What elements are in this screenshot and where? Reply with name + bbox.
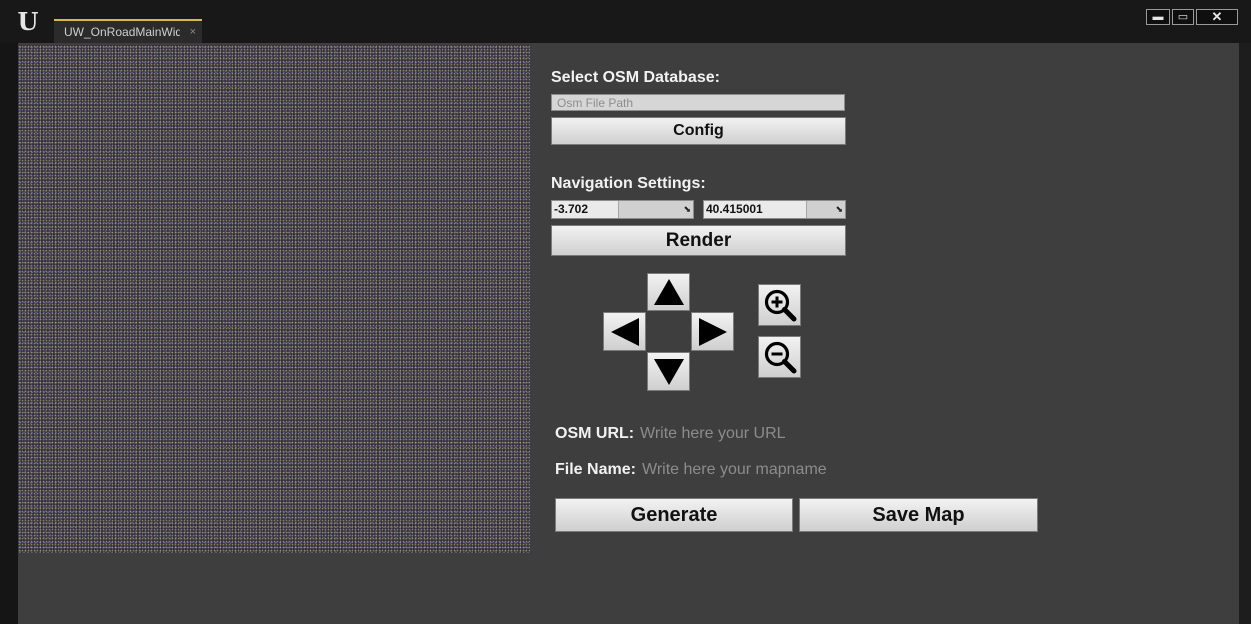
latitude-value: 40.415001 — [706, 202, 763, 216]
zoom-out-icon — [764, 341, 796, 374]
osm-file-path-input[interactable] — [551, 94, 845, 111]
render-button[interactable]: Render — [551, 225, 846, 256]
resize-arrow-icon: ⬊ — [835, 204, 843, 214]
osm-url-label: OSM URL: — [555, 425, 635, 442]
arrow-up-icon — [653, 279, 684, 305]
pan-down-button[interactable] — [647, 352, 690, 391]
minimize-button[interactable]: ▬ — [1146, 9, 1170, 25]
latitude-spinbox[interactable]: 40.415001 ⬊ — [703, 200, 846, 219]
pan-up-button[interactable] — [647, 273, 690, 311]
zoom-in-button[interactable] — [758, 284, 801, 326]
window-edge — [1239, 43, 1251, 624]
tab-widget[interactable]: UW_OnRoadMainWidget × — [54, 19, 202, 43]
tab-label: UW_OnRoadMainWidget — [64, 25, 180, 39]
longitude-value: -3.702 — [554, 202, 589, 216]
file-name-label: File Name: — [555, 461, 636, 478]
arrow-down-icon — [653, 358, 684, 385]
generate-button[interactable]: Generate — [555, 498, 793, 532]
restore-button[interactable]: ▭ — [1172, 9, 1194, 25]
editor-window: U UW_OnRoadMainWidget × ▬ ▭ ✕ Select OSM… — [0, 0, 1251, 624]
tab-close-icon[interactable]: × — [190, 21, 196, 43]
zoom-in-icon — [764, 289, 796, 322]
osm-url-input[interactable] — [640, 424, 960, 444]
file-name-input[interactable] — [642, 460, 962, 480]
resize-arrow-icon: ⬊ — [683, 204, 691, 214]
unreal-logo-icon: U — [17, 7, 39, 36]
navigation-settings-heading: Navigation Settings: — [551, 175, 706, 192]
longitude-spinbox[interactable]: -3.702 ⬊ — [551, 200, 694, 219]
window-controls: ▬ ▭ ✕ — [1144, 9, 1238, 25]
pan-right-button[interactable] — [691, 312, 734, 351]
pan-left-button[interactable] — [603, 312, 646, 351]
osm-database-heading: Select OSM Database: — [551, 69, 720, 86]
close-button[interactable]: ✕ — [1196, 9, 1238, 25]
zoom-out-button[interactable] — [758, 336, 801, 378]
arrow-left-icon — [610, 317, 639, 346]
widget-content: Select OSM Database: Config Navigation S… — [18, 43, 1239, 624]
arrow-right-icon — [698, 317, 727, 346]
title-bar[interactable]: U UW_OnRoadMainWidget × ▬ ▭ ✕ — [0, 0, 1251, 43]
map-preview — [18, 45, 530, 553]
save-map-button[interactable]: Save Map — [799, 498, 1038, 532]
config-button[interactable]: Config — [551, 117, 846, 145]
